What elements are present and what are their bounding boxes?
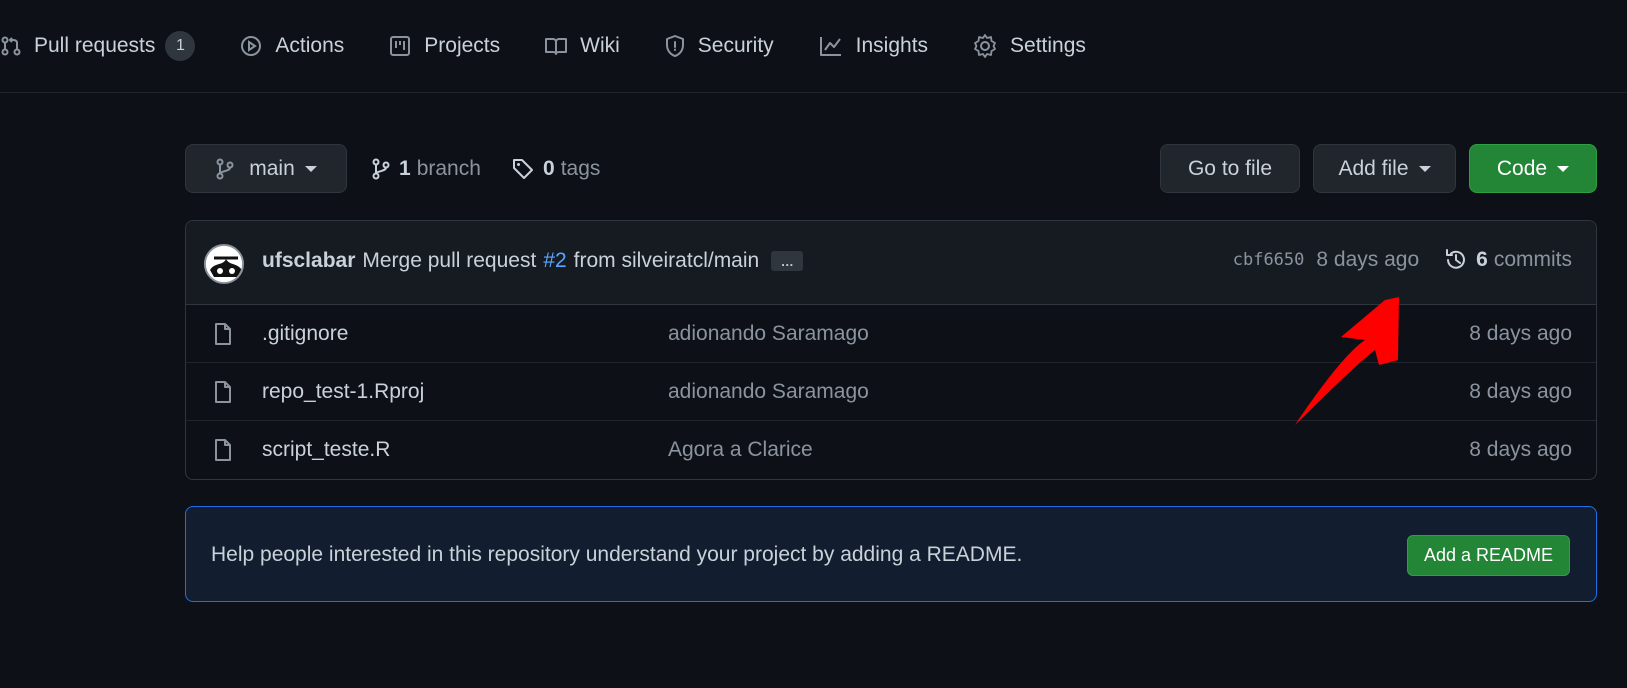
- pull-request-icon: [1, 36, 21, 56]
- branch-count: 1: [399, 157, 411, 180]
- history-icon: [1446, 249, 1466, 269]
- file-name[interactable]: .gitignore: [262, 322, 348, 346]
- go-to-file-button[interactable]: Go to file: [1160, 144, 1300, 193]
- avatar[interactable]: [204, 244, 244, 284]
- file-icon: [215, 439, 231, 461]
- commit-count: 6: [1476, 248, 1488, 271]
- add-readme-button[interactable]: Add a README: [1407, 535, 1570, 576]
- pull-requests-count-badge: 1: [165, 31, 196, 61]
- file-icon: [215, 323, 231, 345]
- add-file-button[interactable]: Add file: [1313, 144, 1456, 193]
- tab-projects[interactable]: Projects: [388, 26, 500, 66]
- file-last-commit-message[interactable]: Agora a Clarice: [668, 438, 813, 462]
- commit-sha[interactable]: cbf6650: [1233, 250, 1305, 270]
- tab-actions-label: Actions: [275, 34, 345, 57]
- graph-icon: [819, 37, 841, 56]
- readme-prompt: Help people interested in this repositor…: [185, 506, 1597, 602]
- chevron-down-icon: [1557, 165, 1570, 172]
- tab-projects-label: Projects: [424, 34, 501, 57]
- chevron-down-icon: [304, 165, 317, 172]
- tab-settings[interactable]: Settings: [972, 26, 1086, 66]
- tab-insights-label: Insights: [855, 34, 929, 57]
- latest-commit-header: ufsclabar Merge pull request #2 from sil…: [186, 221, 1596, 305]
- tab-settings-label: Settings: [1010, 34, 1086, 57]
- file-last-commit-time: 8 days ago: [1469, 322, 1572, 345]
- file-last-commit-message[interactable]: adionando Saramago: [668, 380, 869, 404]
- tags-link[interactable]: 0 tags: [511, 152, 600, 186]
- commit-time[interactable]: 8 days ago: [1316, 248, 1419, 272]
- add-file-label: Add file: [1338, 156, 1409, 180]
- branch-icon: [216, 158, 234, 179]
- tab-actions[interactable]: Actions: [239, 26, 344, 66]
- file-icon: [215, 381, 231, 403]
- pull-request-link[interactable]: #2: [543, 249, 566, 273]
- readme-prompt-message: Help people interested in this repositor…: [211, 543, 1023, 566]
- avatar-image: [206, 246, 242, 282]
- play-icon: [241, 36, 262, 56]
- expand-commit-message-button[interactable]: …: [771, 251, 804, 271]
- commit-author[interactable]: ufsclabar: [262, 249, 355, 273]
- branch-icon: [372, 158, 390, 180]
- chevron-down-icon: [1418, 165, 1431, 172]
- tab-wiki-label: Wiki: [580, 34, 620, 57]
- commit-message-suffix[interactable]: from silveiratcl/main: [574, 249, 760, 273]
- shield-icon: [665, 35, 684, 57]
- tab-security-label: Security: [697, 34, 774, 57]
- tab-wiki[interactable]: Wiki: [544, 26, 620, 66]
- repo-navigation: Pull requests 1 Actions Projects Wiki Se…: [0, 0, 1627, 93]
- commit-count-label: commits: [1493, 248, 1572, 271]
- red-arrow-annotation-icon: [1295, 297, 1399, 425]
- commit-message: ufsclabar Merge pull request #2 from sil…: [262, 249, 804, 273]
- branch-count-label: branch: [416, 157, 481, 180]
- file-last-commit-time: 8 days ago: [1469, 380, 1572, 403]
- tab-pull-requests-label: Pull requests: [34, 34, 156, 57]
- commit-details: cbf6650 8 days ago 6 commits: [1233, 247, 1572, 273]
- file-name[interactable]: repo_test-1.Rproj: [262, 380, 424, 404]
- branches-link[interactable]: 1 branch: [371, 152, 481, 186]
- commits-history-link[interactable]: 6 commits: [1443, 247, 1572, 273]
- tag-count: 0: [543, 157, 555, 180]
- book-icon: [545, 38, 568, 55]
- branch-selector-button[interactable]: main: [185, 144, 347, 193]
- tab-insights[interactable]: Insights: [818, 26, 928, 66]
- file-last-commit-message[interactable]: adionando Saramago: [668, 322, 869, 346]
- tab-pull-requests[interactable]: Pull requests 1: [0, 26, 196, 66]
- tag-icon: [513, 159, 533, 179]
- commit-message-prefix[interactable]: Merge pull request: [362, 249, 536, 273]
- current-branch-name: main: [249, 156, 295, 180]
- tab-security[interactable]: Security: [664, 26, 774, 66]
- file-name[interactable]: script_teste.R: [262, 438, 390, 462]
- code-label: Code: [1496, 156, 1548, 180]
- gear-icon: [974, 34, 996, 58]
- repository-controls: main 1 branch 0 tags Go to file Add file…: [185, 144, 1597, 194]
- file-last-commit-time: 8 days ago: [1469, 438, 1572, 461]
- code-button[interactable]: Code: [1469, 144, 1597, 193]
- tag-count-label: tags: [560, 157, 601, 180]
- project-board-icon: [390, 36, 411, 56]
